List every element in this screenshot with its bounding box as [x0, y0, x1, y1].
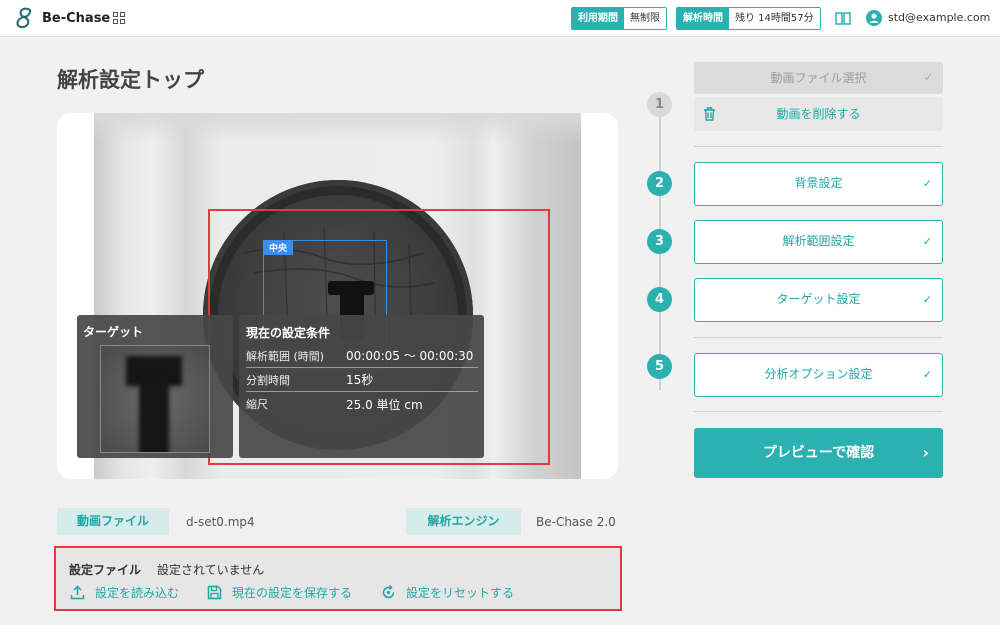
- logo-text: Be-Chase: [42, 10, 111, 26]
- save-icon: [207, 585, 222, 599]
- condition-value: 00:00:05 〜 00:00:30: [346, 349, 474, 363]
- video-file-name: d-set0.mp4: [186, 515, 255, 529]
- preview-confirm-label: プレビューで確認: [762, 445, 875, 461]
- video-preview-card: 中央 ターゲット 現在の設定条件 解析範囲 (時間) 00:00:05 〜 00…: [57, 113, 618, 479]
- conditions-title: 現在の設定条件: [246, 326, 331, 340]
- apps-grid-icon[interactable]: [113, 12, 125, 24]
- video-file-select-label: 動画ファイル選択: [770, 71, 867, 85]
- check-icon: ✓: [922, 177, 932, 190]
- condition-value: 25.0 単位 cm: [346, 397, 423, 412]
- usage-period-value: 無制限: [630, 13, 660, 24]
- divider: [694, 337, 943, 338]
- condition-value: 15秒: [346, 373, 374, 387]
- check-icon: ✓: [922, 235, 932, 248]
- condition-key: 縮尺: [246, 398, 268, 411]
- center-region-label: 中央: [263, 240, 294, 255]
- target-title: ターゲット: [83, 325, 144, 339]
- settings-file-box: 設定ファイル 設定されていません 設定を読み込む 現在の設定を保存する 設定をリ…: [54, 546, 622, 611]
- analysis-option-settings-label: 分析オプション設定: [764, 367, 873, 381]
- reset-settings-button[interactable]: 設定をリセットする: [381, 583, 514, 601]
- chevron-right-icon: ›: [922, 443, 929, 462]
- target-thumbnail: [100, 345, 210, 453]
- manual-book-icon[interactable]: [835, 11, 851, 25]
- analysis-range-settings-label: 解析範囲設定: [782, 234, 855, 248]
- engine-name: Be-Chase 2.0: [536, 515, 616, 529]
- delete-video-button[interactable]: 動画を削除する: [694, 97, 943, 131]
- divider: [694, 411, 943, 412]
- video-file-tag: 動画ファイル: [57, 508, 169, 535]
- condition-key: 解析範囲 (時間): [246, 349, 325, 363]
- logo-mark-icon: [16, 7, 32, 29]
- background-settings-button[interactable]: 背景設定 ✓: [694, 162, 943, 206]
- usage-period-label: 利用期間: [572, 8, 624, 29]
- upload-icon: [70, 584, 85, 599]
- step-number-4: 4: [647, 287, 672, 312]
- settings-file-label: 設定ファイル: [69, 563, 142, 577]
- video-file-select-button: 動画ファイル選択 ✓: [694, 62, 943, 94]
- target-settings-label: ターゲット設定: [776, 292, 861, 306]
- condition-row: 縮尺 25.0 単位 cm: [246, 392, 478, 416]
- background-settings-label: 背景設定: [794, 176, 843, 190]
- settings-file-value: 設定されていません: [157, 563, 265, 577]
- trash-icon: [704, 107, 715, 121]
- check-icon: ✓: [922, 368, 932, 381]
- step-number-1: 1: [647, 92, 672, 117]
- reset-settings-label: 設定をリセットする: [406, 585, 515, 600]
- analysis-option-settings-button[interactable]: 分析オプション設定 ✓: [694, 353, 943, 397]
- step-number-5: 5: [647, 354, 672, 379]
- reset-icon: [382, 584, 395, 598]
- engine-tag: 解析エンジン: [406, 508, 521, 535]
- delete-video-label: 動画を削除する: [776, 107, 861, 121]
- user-email[interactable]: std@example.com: [888, 11, 990, 24]
- target-panel: ターゲット: [77, 315, 233, 458]
- condition-row: 分割時間 15秒: [246, 368, 478, 392]
- current-conditions-panel: 現在の設定条件 解析範囲 (時間) 00:00:05 〜 00:00:30 分割…: [239, 315, 484, 458]
- frame-shade: [94, 113, 581, 143]
- save-settings-label: 現在の設定を保存する: [232, 585, 353, 600]
- check-icon: ✓: [923, 71, 933, 84]
- load-settings-label: 設定を読み込む: [95, 585, 180, 600]
- user-avatar-icon[interactable]: [866, 10, 882, 26]
- load-settings-button[interactable]: 設定を読み込む: [70, 583, 179, 601]
- check-icon: ✓: [922, 293, 932, 306]
- logo[interactable]: Be-Chase: [12, 6, 110, 30]
- save-settings-button[interactable]: 現在の設定を保存する: [207, 583, 352, 601]
- usage-period-badge: 利用期間 無制限: [571, 7, 667, 30]
- divider: [694, 146, 943, 147]
- top-header: Be-Chase 利用期間 無制限 解析時間 残り 14時間57分 std@ex…: [0, 0, 1000, 37]
- step-number-2: 2: [647, 171, 672, 196]
- step-number-3: 3: [647, 229, 672, 254]
- target-thumbnail-stem: [139, 376, 169, 452]
- analysis-time-badge: 解析時間 残り 14時間57分: [676, 7, 821, 30]
- condition-key: 分割時間: [246, 373, 290, 387]
- preview-confirm-button[interactable]: プレビューで確認 ›: [694, 428, 943, 478]
- page-title: 解析設定トップ: [57, 68, 204, 92]
- analysis-time-value: 残り 14時間57分: [735, 13, 814, 24]
- target-settings-button[interactable]: ターゲット設定 ✓: [694, 278, 943, 322]
- condition-row: 解析範囲 (時間) 00:00:05 〜 00:00:30: [246, 344, 478, 368]
- analysis-time-label: 解析時間: [677, 8, 729, 29]
- analysis-range-settings-button[interactable]: 解析範囲設定 ✓: [694, 220, 943, 264]
